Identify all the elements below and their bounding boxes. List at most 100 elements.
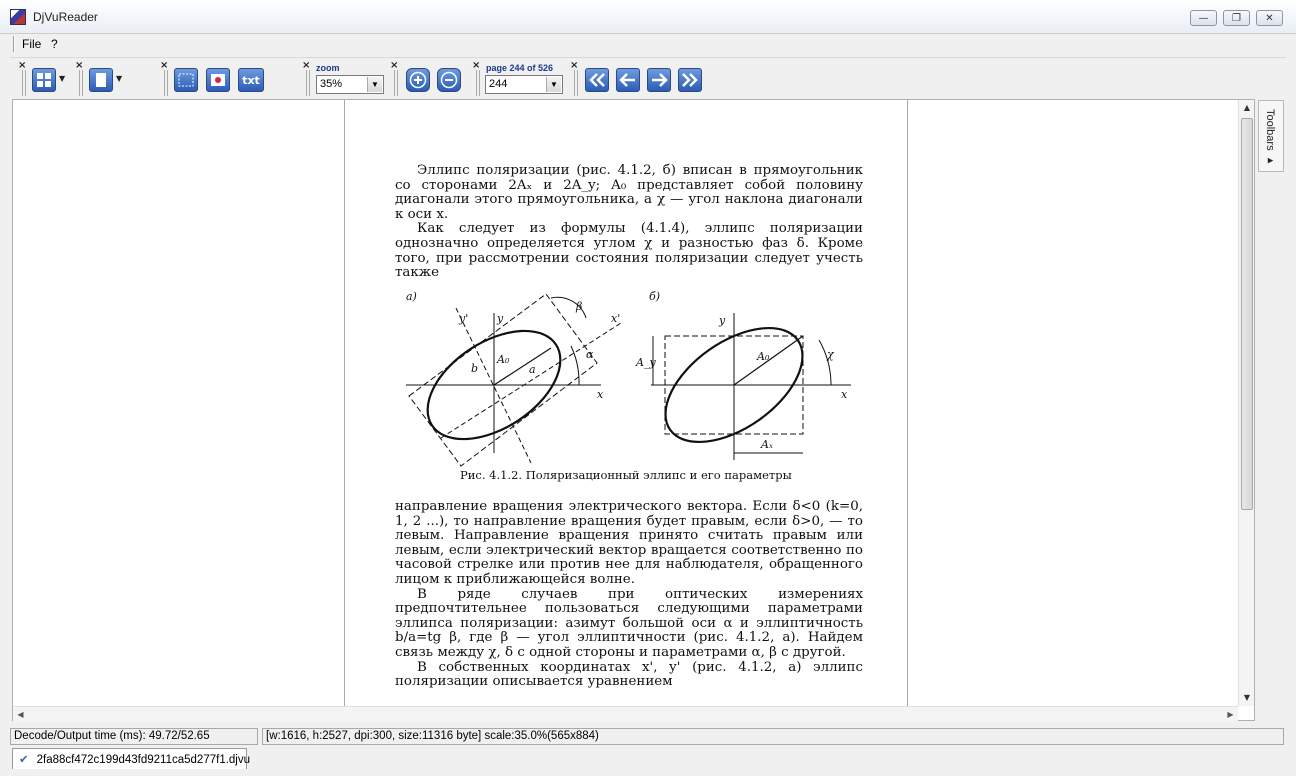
paragraph: Эллипс поляризации (рис. 4.1.2, б) вписа… [395,163,863,222]
scroll-down-icon[interactable]: ▼ [1239,690,1255,706]
first-page-button[interactable] [585,68,609,92]
toolbar-grip[interactable] [22,70,26,96]
page-caption: page 244 of 526 [486,63,554,73]
toolbars-label: Toolbars ▸ [1264,109,1276,167]
zoom-caption: zoom [316,63,340,73]
chi-label: χ [826,348,835,361]
toolbar-group-view: × ▼ [18,60,78,96]
double-left-arrow-icon [589,73,605,87]
chevron-down-icon[interactable]: ▼ [59,74,65,83]
page-text-bottom: направление вращения электрического вект… [395,499,863,690]
restore-button[interactable]: ❐ [1223,10,1250,26]
page-text-top: Эллипс поляризации (рис. 4.1.2, б) вписа… [395,163,863,281]
thumbnails-button[interactable] [32,68,56,92]
last-page-button[interactable] [678,68,702,92]
y-label: y [718,314,726,327]
x-label: x [597,388,604,401]
toolbar-group-layout: × ▼ [75,60,135,96]
menu-file[interactable]: File [19,36,44,52]
paragraph: направление вращения электрического вект… [395,499,863,587]
app-window: DjVuReader — ❐ ✕ File ? × ▼ × ▼ × txt × … [0,0,1296,776]
a0-label: A₀ [756,350,770,363]
toolbar-grip[interactable] [79,70,83,96]
scroll-up-icon[interactable]: ▲ [1239,100,1255,116]
right-arrow-icon [652,73,668,87]
document-tab[interactable]: ✔ 2fa88cf472c199d43fd9211ca5d277f1.djvu [12,748,251,769]
b-label: b [471,362,478,375]
paragraph: В ряде случаев при оптических измерениях… [395,586,863,660]
chi-arc [818,339,832,386]
check-icon: ✔ [19,754,29,766]
x-label: x [841,388,848,401]
toolbar-group-zoom: × zoom 35% ▼ [302,60,392,96]
x-prime-axis [440,322,622,439]
status-image-info: [w:1616, h:2527, dpi:300, size:11316 byt… [262,728,1284,745]
toolbar-group-zoom-buttons: × [390,60,470,96]
select-icon [178,73,194,87]
zoom-select[interactable]: 35% ▼ [316,75,384,94]
zoom-value: 35% [320,78,343,90]
figure-caption: Рис. 4.1.2. Поляризационный эллипс и его… [460,468,792,482]
text-button[interactable]: txt [238,68,264,92]
y-prime-label: y' [458,312,468,325]
toolbars-side-tab[interactable]: Toolbars ▸ [1258,100,1284,172]
document-tab-label: 2fa88cf472c199d43fd9211ca5d277f1.djvu [36,754,251,766]
menu-grip[interactable] [13,36,15,52]
toolbar-group-page: × page 244 of 526 244 ▼ [472,60,572,96]
scroll-right-icon[interactable]: ▶ [1223,707,1238,722]
chevron-down-icon[interactable]: ▼ [546,77,561,92]
double-right-arrow-icon [682,73,698,87]
a0-label: A₀ [496,353,510,366]
panel-b-label: б) [649,290,660,303]
panel-a-label: а) [406,290,417,303]
minimize-button[interactable]: — [1190,10,1217,26]
alpha-label: α [586,348,594,361]
y-label: y [496,312,504,325]
thumbnails-icon [37,73,51,87]
toolbar-grip[interactable] [164,70,168,96]
vertical-scrollbar[interactable]: ▲ ▼ [1238,100,1254,706]
page-icon [96,73,106,87]
next-page-button[interactable] [647,68,671,92]
beta-label: β [575,300,582,313]
close-button[interactable]: ✕ [1256,10,1283,26]
djvu-app-icon [10,9,26,25]
menu-help[interactable]: ? [48,36,61,52]
page-select[interactable]: 244 ▼ [485,75,563,94]
zoom-in-button[interactable] [406,68,430,92]
zoom-out-icon [440,71,458,89]
toolbar: × ▼ × ▼ × txt × zoom 35% ▼ × × page 244 … [10,57,1286,97]
ay-label: A_y [635,356,656,369]
paragraph: Как следует из формулы (4.1.4), эллипс п… [395,221,863,281]
window-title: DjVuReader [33,10,98,24]
previous-page-button[interactable] [616,68,640,92]
horizontal-scrollbar[interactable]: ◀ ▶ [13,706,1238,721]
page-layout-button[interactable] [89,68,113,92]
x-prime-label: x' [611,312,620,325]
toolbar-grip[interactable] [394,70,398,96]
zoom-in-icon [409,71,427,89]
image-button[interactable] [206,68,230,92]
scroll-left-icon[interactable]: ◀ [13,707,28,722]
chevron-down-icon[interactable]: ▼ [116,74,122,83]
toolbar-grip[interactable] [306,70,310,96]
toolbar-group-modes: × txt [160,60,270,96]
ax-label: Aₓ [760,438,773,451]
a-label: a [529,363,536,376]
menu-bar: File ? [0,34,1296,54]
chevron-down-icon[interactable]: ▼ [367,77,382,92]
select-area-button[interactable] [174,68,198,92]
scrollbar-thumb[interactable] [1241,118,1253,510]
toolbar-grip[interactable] [574,70,578,96]
zoom-out-button[interactable] [437,68,461,92]
toolbar-grip[interactable] [476,70,480,96]
polarization-ellipse-figure: а) б) y' y x' x A₀ b a β α y x A₀ χ A_y [406,290,851,467]
paragraph: В собственных координатах x', y' (рис. 4… [395,659,863,690]
document-viewer[interactable]: Эллипс поляризации (рис. 4.1.2, б) вписа… [12,99,1255,721]
page-value: 244 [489,78,508,90]
image-icon [211,74,225,86]
title-bar: DjVuReader — ❐ ✕ [0,0,1296,34]
left-arrow-icon [619,73,635,87]
status-decode-time: Decode/Output time (ms): 49.72/52.65 [10,728,258,745]
document-page: Эллипс поляризации (рис. 4.1.2, б) вписа… [344,100,908,708]
